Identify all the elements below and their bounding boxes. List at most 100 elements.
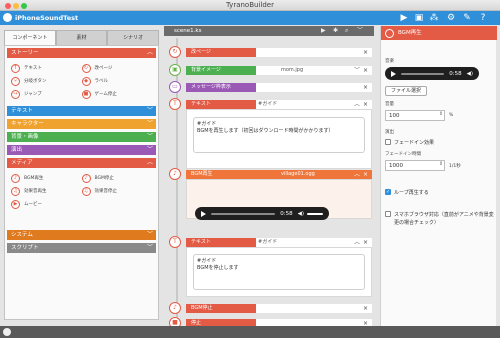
volume-unit: % <box>449 113 454 118</box>
close-icon[interactable]: × <box>363 304 368 313</box>
play-icon[interactable] <box>201 210 206 217</box>
music-stop-icon: ♪ <box>81 173 91 183</box>
close-icon[interactable]: × <box>363 66 368 75</box>
text-2-line-2: BGMを停止します <box>197 265 239 271</box>
row-page-break-body <box>256 48 372 57</box>
row-text-2[interactable]: テキスト #ガイド ︿ × <box>186 238 372 247</box>
category-media[interactable]: メディア ︿ <box>7 158 156 168</box>
row-message-window-label: メッセージ枠表示 <box>191 84 231 90</box>
branch-icon: ⑂ <box>11 76 20 86</box>
seek-bar[interactable] <box>401 72 445 75</box>
cmd-branch-button[interactable]: ⑂ 分岐ボタン <box>11 76 82 86</box>
music-icon: ♪ <box>11 173 20 183</box>
category-story[interactable]: ストーリー ︿ <box>7 48 156 58</box>
chevron-up-icon[interactable]: ︿ <box>354 170 360 179</box>
row-text-1-hint: #ガイド <box>258 101 278 107</box>
close-icon[interactable]: × <box>363 238 368 247</box>
tab-materials[interactable]: 素材 <box>55 30 108 45</box>
search-icon[interactable]: ⌕ <box>345 26 348 36</box>
cmd-label[interactable]: ◆ ラベル <box>81 76 153 86</box>
row-bgm-play[interactable]: BGM再生 village01.ogg ︿ × <box>186 170 372 179</box>
play-scene-icon[interactable]: ▶ <box>321 26 326 36</box>
close-icon[interactable]: × <box>363 48 368 57</box>
chevron-up-icon[interactable]: ︿ <box>354 238 360 247</box>
cmd-bgm-play[interactable]: ♪ BGM再生 <box>11 173 82 183</box>
stepper-icon[interactable]: ⇕ <box>439 161 443 167</box>
text-2-textarea[interactable]: #ガイド BGMを停止します <box>193 254 365 290</box>
category-script[interactable]: スクリプト ﹀ <box>7 243 156 253</box>
tab-scenario[interactable]: シナリオ <box>107 30 160 45</box>
cmd-page-break[interactable]: ↻ 改ページ <box>81 63 153 73</box>
music-icon <box>385 29 394 38</box>
row-message-window[interactable]: メッセージ枠表示 × <box>186 83 372 92</box>
cmd-se-play[interactable]: ♫ 効果音再生 <box>11 186 82 196</box>
row-bgm-stop-label: BGM停止 <box>191 305 213 311</box>
chevron-down-icon: ﹀ <box>146 146 153 153</box>
tab-components[interactable]: コンポーネント <box>4 30 56 45</box>
component-panel: コンポーネント 素材 シナリオ ストーリー ︿ T テキスト ↻ 改ページ ⑂ 分岐ボ… <box>4 30 160 320</box>
close-icon[interactable]: × <box>363 170 368 179</box>
fadein-unit: 1/1秒 <box>449 164 461 169</box>
bgm-audio-player[interactable]: 0:58 ◀) <box>195 207 329 220</box>
text-1-textarea[interactable]: #ガイド BGMを再生します（初回はダウンロード時間がかかります） <box>193 117 365 153</box>
bug-icon[interactable]: ✱ <box>333 26 338 36</box>
cmd-game-stop[interactable]: ■ ゲーム停止 <box>81 89 153 99</box>
volume-label: 音量 <box>385 102 394 107</box>
close-icon[interactable]: × <box>363 100 368 109</box>
volume-icon[interactable]: ◀) <box>298 211 304 217</box>
chevron-down-icon: ﹀ <box>146 133 153 140</box>
chevron-down-icon[interactable]: ﹀ <box>354 66 360 75</box>
jump-icon: ↪ <box>11 89 20 99</box>
chevron-down-icon: ﹀ <box>146 120 153 127</box>
seek-bar[interactable] <box>211 212 276 215</box>
wrench-icon[interactable]: ✎ <box>462 13 472 23</box>
category-system[interactable]: システム ﹀ <box>7 230 156 240</box>
fadein-checkbox[interactable] <box>385 139 391 145</box>
category-character[interactable]: キャラクター ﹀ <box>7 119 156 129</box>
project-icon <box>3 13 12 22</box>
help-icon[interactable]: ? <box>478 13 488 23</box>
row-page-break[interactable]: 改ページ × <box>186 48 372 57</box>
row-text-1[interactable]: テキスト #ガイド ︿ × <box>186 100 372 109</box>
cmd-bgm-stop[interactable]: ♪ BGM停止 <box>81 173 153 183</box>
close-icon[interactable]: × <box>363 83 368 92</box>
cmd-movie[interactable]: ▶ ムービー <box>11 199 82 209</box>
cmd-text[interactable]: T テキスト <box>11 63 82 73</box>
volume-input[interactable]: 100 <box>385 110 445 121</box>
text-icon: T <box>11 63 20 73</box>
row-bgm-stop[interactable]: BGM停止 × <box>186 304 372 313</box>
gear-icon[interactable]: ⚙ <box>446 13 456 23</box>
stepper-icon[interactable]: ⇕ <box>439 111 443 117</box>
cmd-jump[interactable]: ↪ ジャンプ <box>11 89 82 99</box>
save-icon[interactable]: ▣ <box>414 13 424 23</box>
play-icon[interactable] <box>391 70 396 77</box>
text-1-line-2: BGMを再生します（初回はダウンロード時間がかかります） <box>197 128 334 134</box>
toolbar: iPhoneSoundTest ▶ ▣ ⁂ ⚙ ✎ ? <box>0 11 500 25</box>
category-text[interactable]: テキスト ﹀ <box>7 106 156 116</box>
play-icon[interactable]: ▶ <box>399 13 409 23</box>
cmd-se-stop[interactable]: ♫ 効果音停止 <box>81 186 153 196</box>
volume-icon[interactable]: ◀) <box>467 71 473 77</box>
sound-stop-icon: ♫ <box>81 186 91 196</box>
fadein-time-input[interactable]: 1000 <box>385 160 445 171</box>
row-page-break-label: 改ページ <box>191 49 211 55</box>
row-background-image[interactable]: 背景イメージ mom.jpg ﹀ × <box>186 66 372 75</box>
share-icon[interactable]: ⁂ <box>429 13 439 23</box>
loop-checkbox[interactable]: ✓ <box>385 189 391 195</box>
stop-icon: ■ <box>81 89 91 99</box>
category-background[interactable]: 背景・画像 ﹀ <box>7 132 156 142</box>
scene-header: scene1.ks ▶ ✱ ⌕ ﹀ <box>164 26 374 36</box>
row-text-1-label: テキスト <box>191 101 211 107</box>
chevron-down-icon[interactable]: ﹀ <box>357 26 363 36</box>
help-icon[interactable] <box>3 328 11 336</box>
row-bgm-stop-body <box>256 304 372 313</box>
chevron-up-icon[interactable]: ︿ <box>354 100 360 109</box>
effect-label: 演出 <box>385 130 394 135</box>
category-effect[interactable]: 演出 ﹀ <box>7 145 156 155</box>
volume-bar[interactable] <box>307 212 323 215</box>
select-file-button[interactable]: ファイル選択 <box>385 86 427 96</box>
preview-audio-player[interactable]: 0:58 ◀) <box>385 67 479 80</box>
loop-label: ループ再生する <box>394 190 429 196</box>
smartphone-checkbox[interactable] <box>385 211 391 217</box>
chevron-up-icon: ︿ <box>146 159 153 166</box>
